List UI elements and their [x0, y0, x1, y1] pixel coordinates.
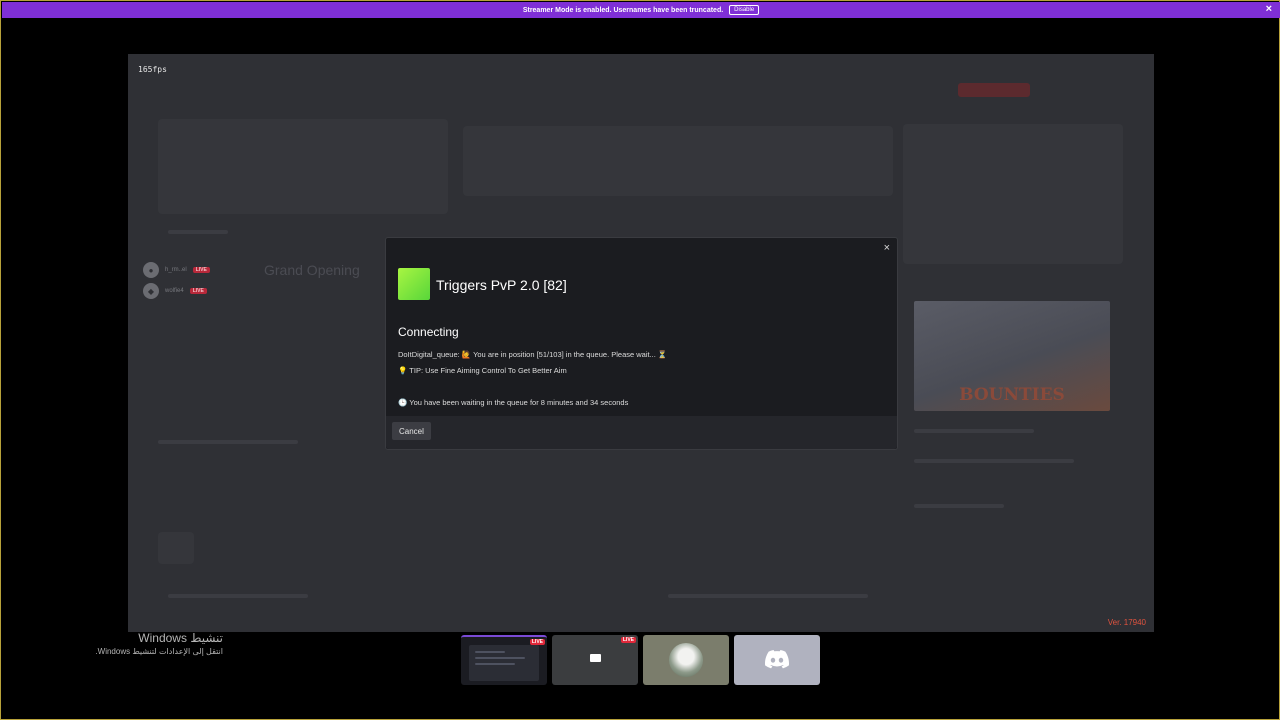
background-line — [668, 594, 868, 598]
wait-time-message: 🕒 You have been waiting in the queue for… — [398, 398, 629, 407]
queue-message: DoItDigital_queue: 🙋 You are in position… — [398, 350, 668, 359]
close-icon[interactable]: × — [1266, 3, 1272, 15]
avatar: ● — [143, 262, 159, 278]
background-line — [158, 440, 298, 444]
tip-message: 💡 TIP: Use Fine Aiming Control To Get Be… — [398, 366, 567, 375]
live-badge: LIVE — [529, 639, 545, 645]
live-badge: LIVE — [620, 637, 636, 643]
disable-streamer-mode-button[interactable]: Disable — [729, 5, 760, 15]
background-panel — [158, 119, 448, 214]
streamer-mode-message: Streamer Mode is enabled. Usernames have… — [522, 6, 724, 14]
live-badge: LIVE — [192, 267, 210, 273]
discord-icon: ◆ — [143, 283, 159, 299]
background-line — [168, 594, 308, 598]
side-user-name: h_rm..el — [165, 267, 187, 273]
monitor-icon — [590, 654, 601, 662]
connection-status: Connecting — [398, 325, 459, 339]
connecting-dialog: × Triggers PvP 2.0 [82] Connecting DoItD… — [385, 237, 898, 450]
discord-icon — [765, 650, 789, 669]
streamer-mode-bar: Streamer Mode is enabled. Usernames have… — [2, 2, 1280, 18]
close-icon[interactable]: × — [884, 242, 890, 254]
game-thumbnail — [398, 268, 430, 300]
fps-counter: 165fps — [138, 65, 167, 74]
background-line — [914, 459, 1074, 463]
background-panel — [463, 126, 893, 196]
bounties-banner: BOUNTIES — [914, 301, 1110, 411]
avatar — [669, 643, 703, 677]
dialog-footer: Cancel — [386, 416, 897, 449]
background-line — [914, 504, 1004, 508]
taskbar-preview-stream[interactable]: LIVE — [552, 635, 638, 685]
preview-content — [469, 645, 539, 681]
screen-frame: Streamer Mode is enabled. Usernames have… — [0, 0, 1280, 720]
taskbar-preview-game[interactable]: LIVE — [461, 635, 547, 685]
cancel-button[interactable]: Cancel — [392, 422, 431, 440]
side-user[interactable]: ◆ wolfie4 LIVE — [143, 283, 207, 299]
activate-windows-watermark: تنشيط Windows انتقل إلى الإعدادات لتنشيط… — [61, 631, 223, 656]
side-user-name: wolfie4 — [165, 288, 184, 294]
taskbar-preview-avatar[interactable] — [643, 635, 729, 685]
background-line — [168, 230, 228, 234]
background-line — [914, 429, 1034, 433]
taskbar-preview-discord[interactable] — [734, 635, 820, 685]
game-title: Triggers PvP 2.0 [82] — [436, 277, 567, 293]
live-badge: LIVE — [189, 288, 207, 294]
background-button — [958, 83, 1030, 97]
side-user[interactable]: ● h_rm..el LIVE — [143, 262, 210, 278]
activate-windows-subtitle: انتقل إلى الإعدادات لتنشيط Windows. — [95, 647, 223, 656]
version-label: Ver. 17940 — [1107, 618, 1146, 627]
background-panel — [903, 124, 1123, 264]
activate-windows-title: تنشيط Windows — [138, 631, 223, 645]
bounties-title: BOUNTIES — [959, 385, 1065, 405]
background-thumbnail — [158, 532, 194, 564]
background-title: Grand Opening — [264, 262, 360, 278]
